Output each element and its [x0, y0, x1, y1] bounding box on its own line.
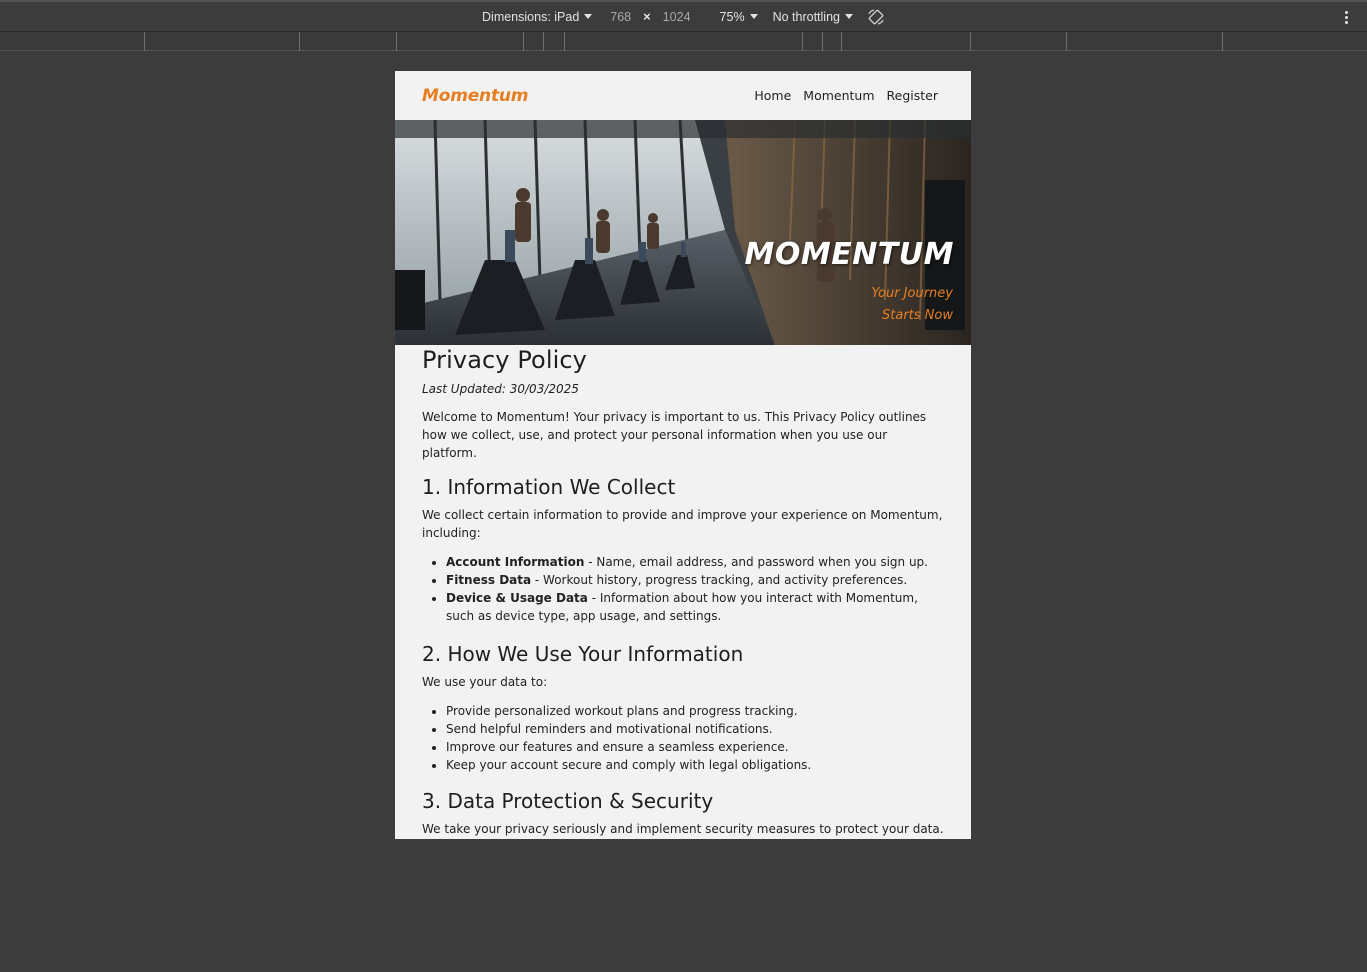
close-icon: ×: [643, 9, 651, 24]
chevron-down-icon: [844, 14, 853, 19]
more-options-icon[interactable]: [1345, 11, 1349, 25]
hero-tagline-line2: Starts Now: [882, 308, 953, 323]
site-navbar: Momentum Home Momentum Register: [395, 71, 971, 120]
section-paragraph: We use your data to:: [422, 675, 548, 689]
hero-banner: MOMENTUM Your Journey Starts Now: [395, 120, 971, 345]
device-dimensions-label: Dimensions: iPad: [482, 9, 580, 24]
page-title: Privacy Policy: [422, 346, 587, 374]
site-logo[interactable]: Momentum: [422, 86, 528, 106]
devtools-device-toolbar: Dimensions: iPad 768 × 1024 75% No throt…: [0, 0, 1367, 32]
hero-title: MOMENTUM: [744, 237, 954, 272]
chevron-down-icon: [749, 14, 758, 19]
list-item: Account Information - Name, email addres…: [446, 553, 944, 571]
list-item: Provide personalized workout plans and p…: [446, 702, 944, 720]
section-heading: 3. Data Protection & Security: [422, 789, 714, 813]
section-heading: 2. How We Use Your Information: [422, 642, 744, 666]
list-item: Improve our features and ensure a seamle…: [446, 738, 944, 756]
width-input[interactable]: 768: [610, 10, 631, 24]
chevron-down-icon: [584, 14, 593, 19]
throttling-label: No throttling: [772, 9, 840, 24]
list-item: Keep your account secure and comply with…: [446, 756, 944, 774]
zoom-dropdown[interactable]: 75%: [720, 10, 758, 24]
height-input[interactable]: 1024: [663, 10, 691, 24]
zoom-label: 75%: [719, 9, 745, 24]
section-paragraph: We collect certain information to provid…: [422, 508, 943, 540]
nav-link-home[interactable]: Home: [754, 88, 791, 103]
nav-link-momentum[interactable]: Momentum: [803, 88, 874, 103]
device-viewport: Momentum Home Momentum Register MOMENTUM…: [395, 71, 971, 839]
device-controls: Dimensions: iPad 768 × 1024 75% No throt…: [482, 8, 885, 26]
section-heading: 1. Information We Collect: [422, 475, 676, 499]
media-query-ruler[interactable]: [0, 32, 1367, 51]
device-dimensions-dropdown[interactable]: Dimensions: iPad: [482, 9, 593, 24]
last-updated: Last Updated: 30/03/2025: [422, 382, 579, 396]
privacy-policy-content: Privacy Policy Last Updated: 30/03/2025 …: [395, 346, 971, 839]
hero-tagline-line1: Your Journey: [871, 286, 954, 301]
section-paragraph: We take your privacy seriously and imple…: [422, 822, 944, 836]
list-item: Device & Usage Data - Information about …: [446, 589, 944, 625]
list-item: Fitness Data - Workout history, progress…: [446, 571, 944, 589]
hero-tagline: Your Journey Starts Now: [872, 283, 954, 327]
nav-link-register[interactable]: Register: [887, 88, 938, 103]
intro-paragraph: Welcome to Momentum! Your privacy is imp…: [422, 410, 927, 460]
collected-info-list: Account Information - Name, email addres…: [422, 553, 944, 625]
nav-links: Home Momentum Register: [754, 88, 938, 103]
data-usage-list: Provide personalized workout plans and p…: [422, 702, 944, 774]
list-item: Send helpful reminders and motivational …: [446, 720, 944, 738]
throttling-dropdown[interactable]: No throttling: [773, 10, 853, 24]
rotate-icon[interactable]: [867, 8, 885, 26]
